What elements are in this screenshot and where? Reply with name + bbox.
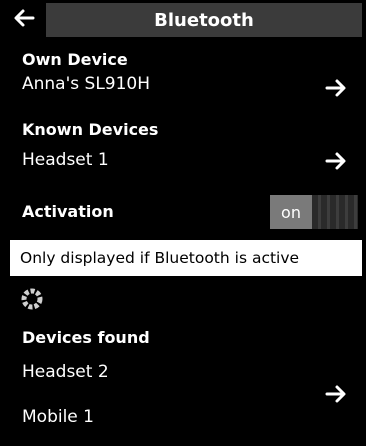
page-title: Bluetooth <box>46 3 362 37</box>
known-devices-heading: Known Devices <box>22 120 159 139</box>
arrow-right-icon <box>325 152 346 170</box>
found-device-item[interactable]: Headset 2 <box>22 362 109 382</box>
searching-spinner-icon <box>21 288 43 310</box>
header-bar: Bluetooth <box>0 0 366 38</box>
toggle-on-label: on <box>270 195 312 229</box>
info-note: Only displayed if Bluetooth is active <box>10 240 362 276</box>
toggle-knob <box>312 195 358 229</box>
activation-heading: Activation <box>22 202 114 221</box>
own-device-name: Anna's SL910H <box>22 74 151 94</box>
own-device-heading: Own Device <box>22 50 128 69</box>
arrow-left-icon <box>14 9 35 27</box>
known-device-item[interactable]: Headset 1 <box>22 150 109 170</box>
known-devices-arrow-button[interactable] <box>322 150 350 172</box>
arrow-right-icon <box>325 79 346 97</box>
own-device-arrow-button[interactable] <box>322 77 350 99</box>
devices-found-heading: Devices found <box>22 328 150 347</box>
bluetooth-activation-toggle[interactable]: on <box>270 195 358 229</box>
devices-found-arrow-button[interactable] <box>322 383 350 405</box>
arrow-right-icon <box>325 385 346 403</box>
found-device-item[interactable]: Mobile 1 <box>22 407 94 427</box>
back-button[interactable] <box>10 4 38 32</box>
